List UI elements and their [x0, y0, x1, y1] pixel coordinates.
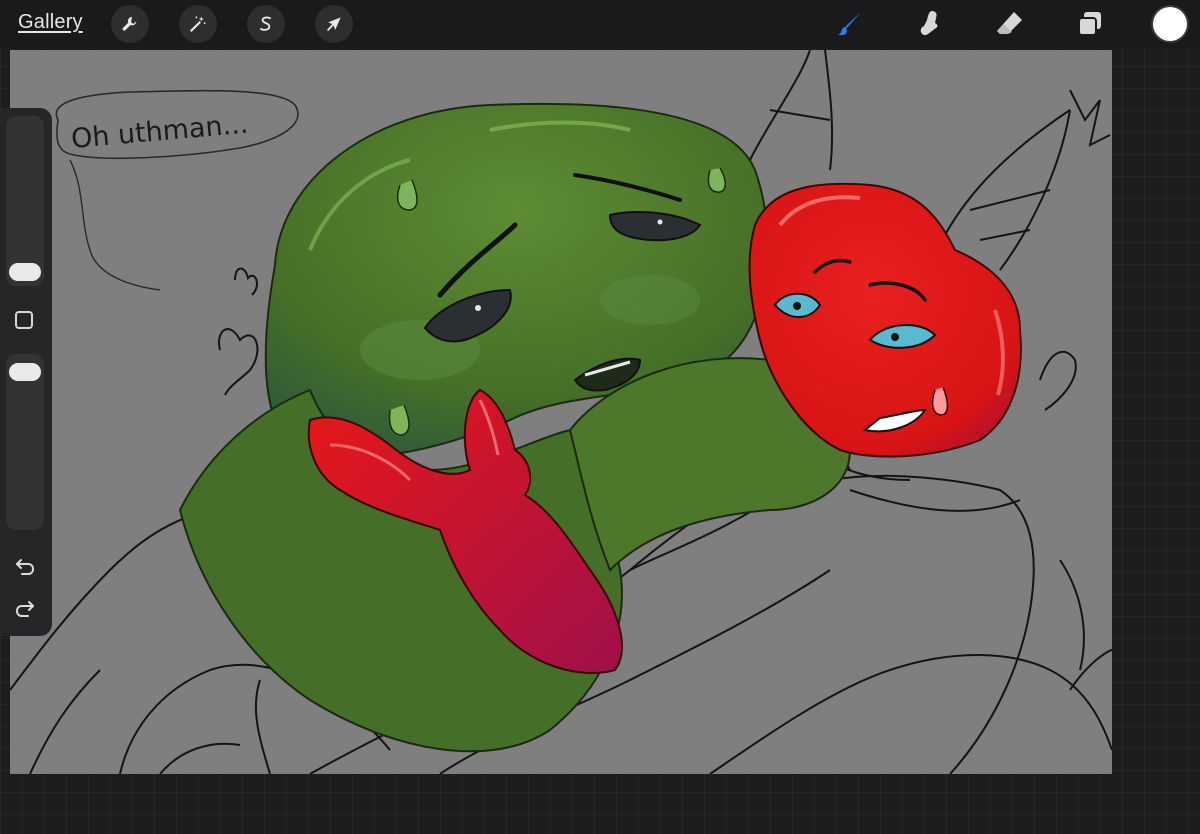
arrow-cursor-icon [327, 17, 341, 31]
selection-s-icon [260, 16, 272, 31]
opacity-slider[interactable] [6, 354, 44, 530]
green-character [178, 102, 852, 753]
smudge-icon [920, 11, 938, 36]
top-toolbar: Gallery [0, 0, 1200, 48]
magic-wand-icon [190, 16, 206, 32]
brush-icon [838, 12, 861, 36]
brush-button[interactable] [832, 6, 868, 42]
redo-icon [15, 601, 34, 617]
speech-bubble: Oh uthman... [55, 89, 299, 291]
actions-button[interactable] [111, 5, 149, 43]
eraser-icon [997, 12, 1022, 34]
wrench-icon [122, 16, 137, 31]
left-sidebar [0, 108, 52, 636]
selection-button[interactable] [247, 5, 285, 43]
drawing-canvas[interactable]: Oh uthman... [10, 50, 1112, 774]
undo-button[interactable] [12, 554, 38, 578]
gallery-button[interactable]: Gallery [18, 11, 83, 34]
brush-size-thumb[interactable] [9, 263, 41, 281]
layers-icon [1078, 12, 1101, 36]
adjustments-button[interactable] [179, 5, 217, 43]
opacity-thumb[interactable] [9, 363, 41, 381]
transform-button[interactable] [315, 5, 353, 43]
eraser-button[interactable] [992, 6, 1028, 42]
layers-button[interactable] [1072, 6, 1108, 42]
artwork: Oh uthman... [10, 50, 1112, 774]
brush-size-slider[interactable] [6, 116, 44, 286]
speech-bubble-text: Oh uthman... [70, 109, 249, 155]
procreate-app: Gallery Oh uthman... [0, 0, 1200, 834]
undo-icon [16, 559, 35, 575]
smudge-button[interactable] [912, 6, 948, 42]
modify-button[interactable] [15, 311, 33, 329]
redo-button[interactable] [12, 596, 38, 620]
color-picker-button[interactable] [1153, 7, 1187, 41]
